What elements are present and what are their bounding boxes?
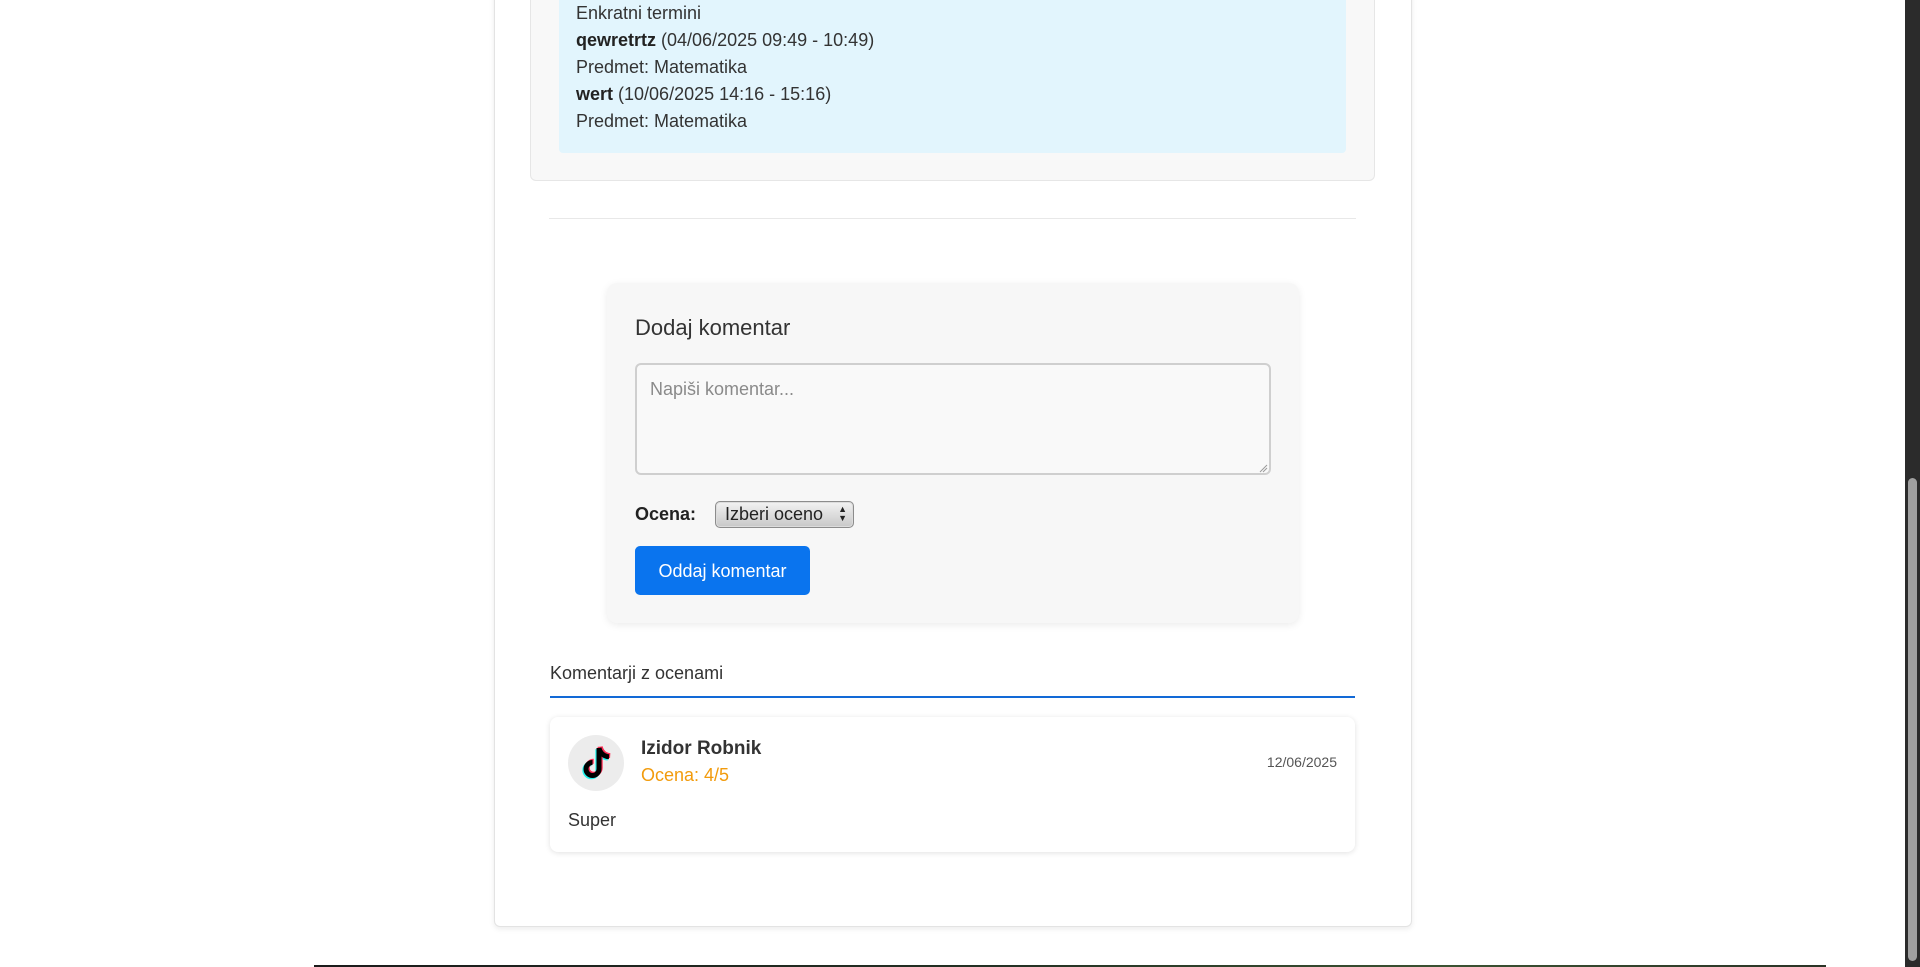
schedule-entry-name: qewretrtz [576,30,657,50]
page-scrollbar[interactable] [1905,0,1920,967]
rating-label: Ocena: [635,504,697,524]
one-time-slots-box: Enkratni termini qewretrtz (04/06/2025 0… [559,0,1346,153]
add-comment-title: Dodaj komentar [635,315,791,340]
scrollbar-thumb[interactable] [1908,478,1917,961]
schedule-entry-subject: Predmet: Matematika [576,111,748,131]
schedule-entry-time: (10/06/2025 14:16 - 15:16) [618,84,832,104]
section-divider [549,218,1356,219]
tiktok-logo-icon [582,746,611,780]
schedule-entry-subject: Predmet: Matematika [576,57,748,77]
comments-section-heading: Komentarji z ocenami [550,663,1355,698]
schedule-entry: qewretrtz (04/06/2025 09:49 - 10:49) [576,27,1330,54]
comment-text: Super [568,810,617,830]
comment-date: 12/06/2025 [1266,754,1337,770]
comment-rating: Ocena: 4/5 [641,765,730,785]
comment-textarea[interactable] [635,363,1271,475]
avatar [568,735,624,791]
select-arrows-icon: ▲ ▼ [838,504,847,523]
rating-select[interactable]: Izberi oceno ▲ ▼ [715,501,854,528]
schedule-heading: Enkratni termini [576,3,702,23]
comment-card: Izidor Robnik Ocena: 4/5 12/06/2025 Supe… [550,717,1355,852]
schedule-entry: wert (10/06/2025 14:16 - 15:16) [576,81,1330,108]
schedule-entry-name: wert [576,84,614,104]
submit-comment-button[interactable]: Oddaj komentar [635,546,810,595]
rating-select-value: Izberi oceno [725,504,824,524]
add-comment-form: Dodaj komentar Ocena: Izberi oceno ▲▼ Od… [607,283,1299,623]
schedule-entry-time: (04/06/2025 09:49 - 10:49) [661,30,875,50]
comment-author: Izidor Robnik [641,738,762,759]
